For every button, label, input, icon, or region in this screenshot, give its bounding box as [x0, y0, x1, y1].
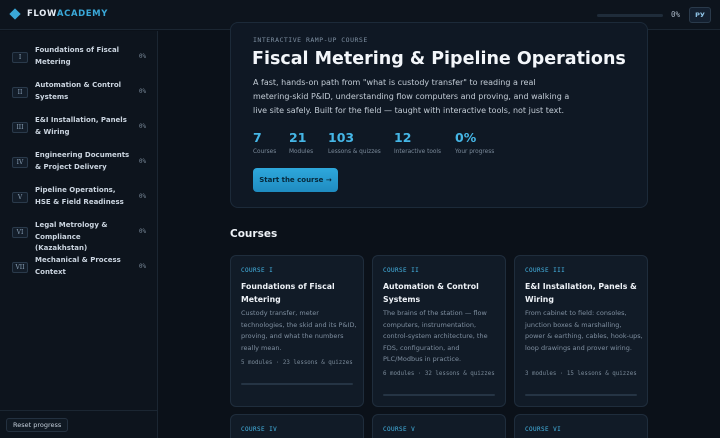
sidebar-item-number: VI — [12, 227, 28, 238]
course-code: COURSE V — [383, 426, 416, 433]
course-description: From cabinet to field: consoles, junctio… — [525, 309, 643, 352]
course-title: Foundations of Fiscal Metering — [241, 282, 335, 304]
sidebar-item-number: V — [12, 192, 28, 203]
stat-value: 12 — [394, 130, 412, 145]
language-toggle-button[interactable]: РУ — [689, 7, 711, 23]
page-title: Fiscal Metering & Pipeline Operations — [252, 49, 626, 69]
course-card-2[interactable]: COURSE II Automation & Control Systems T… — [372, 255, 506, 407]
brand-name-accent: ACADEMY — [56, 9, 108, 19]
sidebar-item-label: Legal Metrology & Compliance (Kazakhstan… — [35, 221, 108, 252]
stat-label: Interactive tools — [394, 149, 442, 155]
stat-value: 7 — [253, 130, 262, 145]
sidebar-item-course-4[interactable]: IV Engineering Documents & Project Deliv… — [0, 150, 157, 180]
sidebar-item-course-6[interactable]: VI Legal Metrology & Compliance (Kazakhs… — [0, 220, 157, 252]
stat-tools: 12 Interactive tools — [394, 130, 441, 155]
course-code: COURSE II — [383, 267, 420, 274]
sidebar-item-number: II — [12, 87, 28, 98]
sidebar: I Foundations of Fiscal Metering 0% II A… — [0, 31, 158, 438]
sidebar-item-progress: 0% — [139, 194, 146, 200]
course-meta: 6 modules · 32 lessons & quizzes — [383, 371, 495, 377]
overall-progress-label: 0% — [671, 10, 681, 19]
sidebar-item-number: III — [12, 122, 28, 133]
course-card-5[interactable]: COURSE V — [372, 414, 506, 438]
sidebar-item-course-1[interactable]: I Foundations of Fiscal Metering 0% — [0, 45, 157, 75]
brand-name-main: FLOW — [27, 9, 57, 19]
course-card-3[interactable]: COURSE III E&I Installation, Panels & Wi… — [514, 255, 648, 407]
sidebar-item-progress: 0% — [139, 229, 146, 235]
sidebar-item-course-2[interactable]: II Automation & Control Systems 0% — [0, 80, 157, 110]
sidebar-item-label: Engineering Documents & Project Delivery — [35, 151, 130, 171]
sidebar-item-progress: 0% — [139, 89, 146, 95]
course-title: E&I Installation, Panels & Wiring — [525, 282, 637, 304]
stat-value: 21 — [289, 130, 307, 145]
stat-progress: 0% Your progress — [455, 130, 494, 155]
hero-description: A fast, hands-on path from "what is cust… — [253, 78, 570, 115]
stat-lessons: 103 Lessons & quizzes — [328, 130, 381, 155]
course-card-6[interactable]: COURSE VI — [514, 414, 648, 438]
course-card-4[interactable]: COURSE IV — [230, 414, 364, 438]
sidebar-item-number: I — [12, 52, 28, 63]
course-title: Automation & Control Systems — [383, 282, 479, 304]
sidebar-item-label: Pipeline Operations, HSE & Field Readine… — [35, 186, 124, 206]
course-description: Custody transfer, meter technologies, th… — [241, 309, 357, 352]
courses-heading: Courses — [230, 228, 278, 240]
diamond-icon — [9, 8, 21, 20]
sidebar-divider — [0, 410, 157, 411]
stat-modules: 21 Modules — [289, 130, 313, 155]
sidebar-item-label: Foundations of Fiscal Metering — [35, 46, 120, 66]
course-meta: 5 modules · 23 lessons & quizzes — [241, 360, 353, 366]
sidebar-item-progress: 0% — [139, 54, 146, 60]
sidebar-item-course-7[interactable]: VII Mechanical & Process Context 0% — [0, 255, 157, 285]
sidebar-item-progress: 0% — [139, 264, 146, 270]
sidebar-item-number: VII — [12, 262, 28, 273]
reset-progress-button[interactable]: Reset progress — [6, 418, 69, 432]
stat-label: Lessons & quizzes — [328, 149, 381, 155]
course-card-1[interactable]: COURSE I Foundations of Fiscal Metering … — [230, 255, 364, 407]
course-progress-bar — [383, 394, 495, 396]
course-progress-bar — [241, 383, 353, 385]
stat-courses: 7 Courses — [253, 130, 276, 155]
overall-progress-bar — [597, 14, 663, 17]
stat-label: Modules — [289, 149, 314, 155]
course-progress-bar — [525, 394, 637, 396]
course-description: The brains of the station — flow compute… — [383, 309, 488, 363]
sidebar-item-number: IV — [12, 157, 28, 168]
stat-label: Your progress — [455, 149, 495, 155]
course-code: COURSE I — [241, 267, 274, 274]
start-course-button[interactable]: Start the course → — [253, 168, 338, 192]
course-meta: 3 modules · 15 lessons & quizzes — [525, 371, 637, 377]
sidebar-item-progress: 0% — [139, 124, 146, 130]
course-code: COURSE VI — [525, 426, 562, 433]
sidebar-item-label: Mechanical & Process Context — [35, 256, 121, 276]
sidebar-item-label: Automation & Control Systems — [35, 81, 122, 101]
course-code: COURSE III — [525, 267, 566, 274]
sidebar-item-course-5[interactable]: V Pipeline Operations, HSE & Field Readi… — [0, 185, 157, 215]
hero-panel: INTERACTIVE RAMP-UP COURSE Fiscal Meteri… — [230, 22, 648, 208]
course-code: COURSE IV — [241, 426, 278, 433]
sidebar-item-label: E&I Installation, Panels & Wiring — [35, 116, 127, 136]
stat-value: 0% — [455, 130, 477, 145]
brand-logo[interactable]: FLOW ACADEMY — [9, 8, 108, 20]
stat-label: Courses — [253, 149, 277, 155]
hero-eyebrow: INTERACTIVE RAMP-UP COURSE — [253, 36, 368, 44]
stat-value: 103 — [328, 130, 355, 145]
sidebar-item-course-3[interactable]: III E&I Installation, Panels & Wiring 0% — [0, 115, 157, 145]
sidebar-item-progress: 0% — [139, 159, 146, 165]
